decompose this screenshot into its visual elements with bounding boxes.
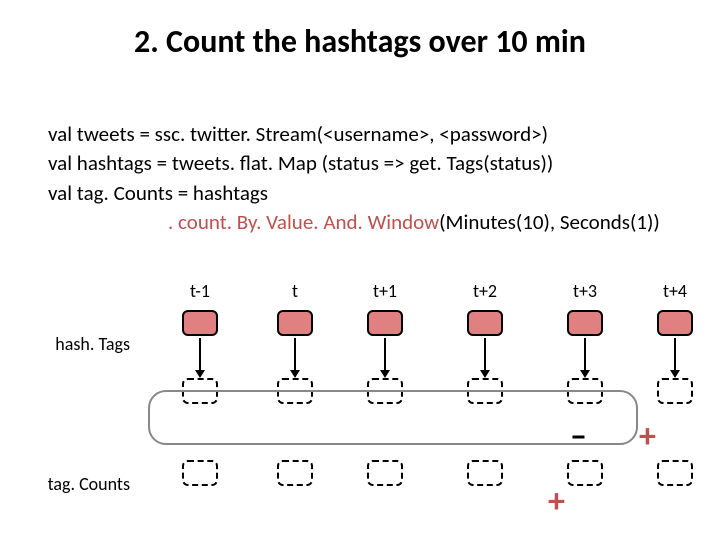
hashtags-box (367, 310, 403, 336)
arrow-down-icon (674, 338, 676, 376)
window-box (657, 378, 693, 404)
timeline-col: t (265, 280, 325, 486)
timeline-col: t+1 (355, 280, 415, 486)
hashtags-box (182, 310, 218, 336)
code-line-4: . count. By. Value. And. Window(Minutes(… (168, 208, 680, 237)
sliding-window-rect (148, 390, 638, 445)
hashtags-box (467, 310, 503, 336)
arrow-down-icon (584, 338, 586, 376)
plus-sign-result: + (548, 485, 565, 519)
tick-label: t+3 (555, 280, 615, 302)
timeline-col: t+2 (455, 280, 515, 486)
code-line-2: val hashtags = tweets. flat. Map (status… (48, 149, 680, 178)
arrow-down-icon (484, 338, 486, 376)
code-method-args: (Minutes(10), Seconds(1)) (439, 209, 660, 235)
tagcounts-box (567, 460, 603, 486)
arrow-down-icon (199, 338, 201, 376)
arrow-down-icon (294, 338, 296, 376)
code-block: val tweets = ssc. twitter. Stream(<usern… (48, 120, 680, 238)
hashtags-box (567, 310, 603, 336)
arrow-down-icon (384, 338, 386, 376)
row-label-tagcounts: tag. Counts (40, 473, 130, 495)
code-line-1: val tweets = ssc. twitter. Stream(<usern… (48, 120, 680, 149)
tagcounts-box (182, 460, 218, 486)
tick-label: t-1 (170, 280, 230, 302)
tagcounts-box (277, 460, 313, 486)
tick-label: t+1 (355, 280, 415, 302)
hashtags-box (657, 310, 693, 336)
hashtags-box (277, 310, 313, 336)
code-line-3: val tag. Counts = hashtags (48, 179, 680, 208)
minus-sign: – (570, 420, 587, 454)
slide-title: 2. Count the hashtags over 10 min (0, 22, 720, 61)
timeline-col: t-1 (170, 280, 230, 486)
code-method-highlight: . count. By. Value. And. Window (168, 209, 439, 235)
plus-sign-window: + (639, 420, 656, 454)
tick-label: t (265, 280, 325, 302)
tagcounts-box (467, 460, 503, 486)
tick-label: t+2 (455, 280, 515, 302)
tagcounts-box (657, 460, 693, 486)
row-label-hashtags: hash. Tags (40, 333, 130, 355)
tick-label: t+4 (645, 280, 705, 302)
tagcounts-box (367, 460, 403, 486)
